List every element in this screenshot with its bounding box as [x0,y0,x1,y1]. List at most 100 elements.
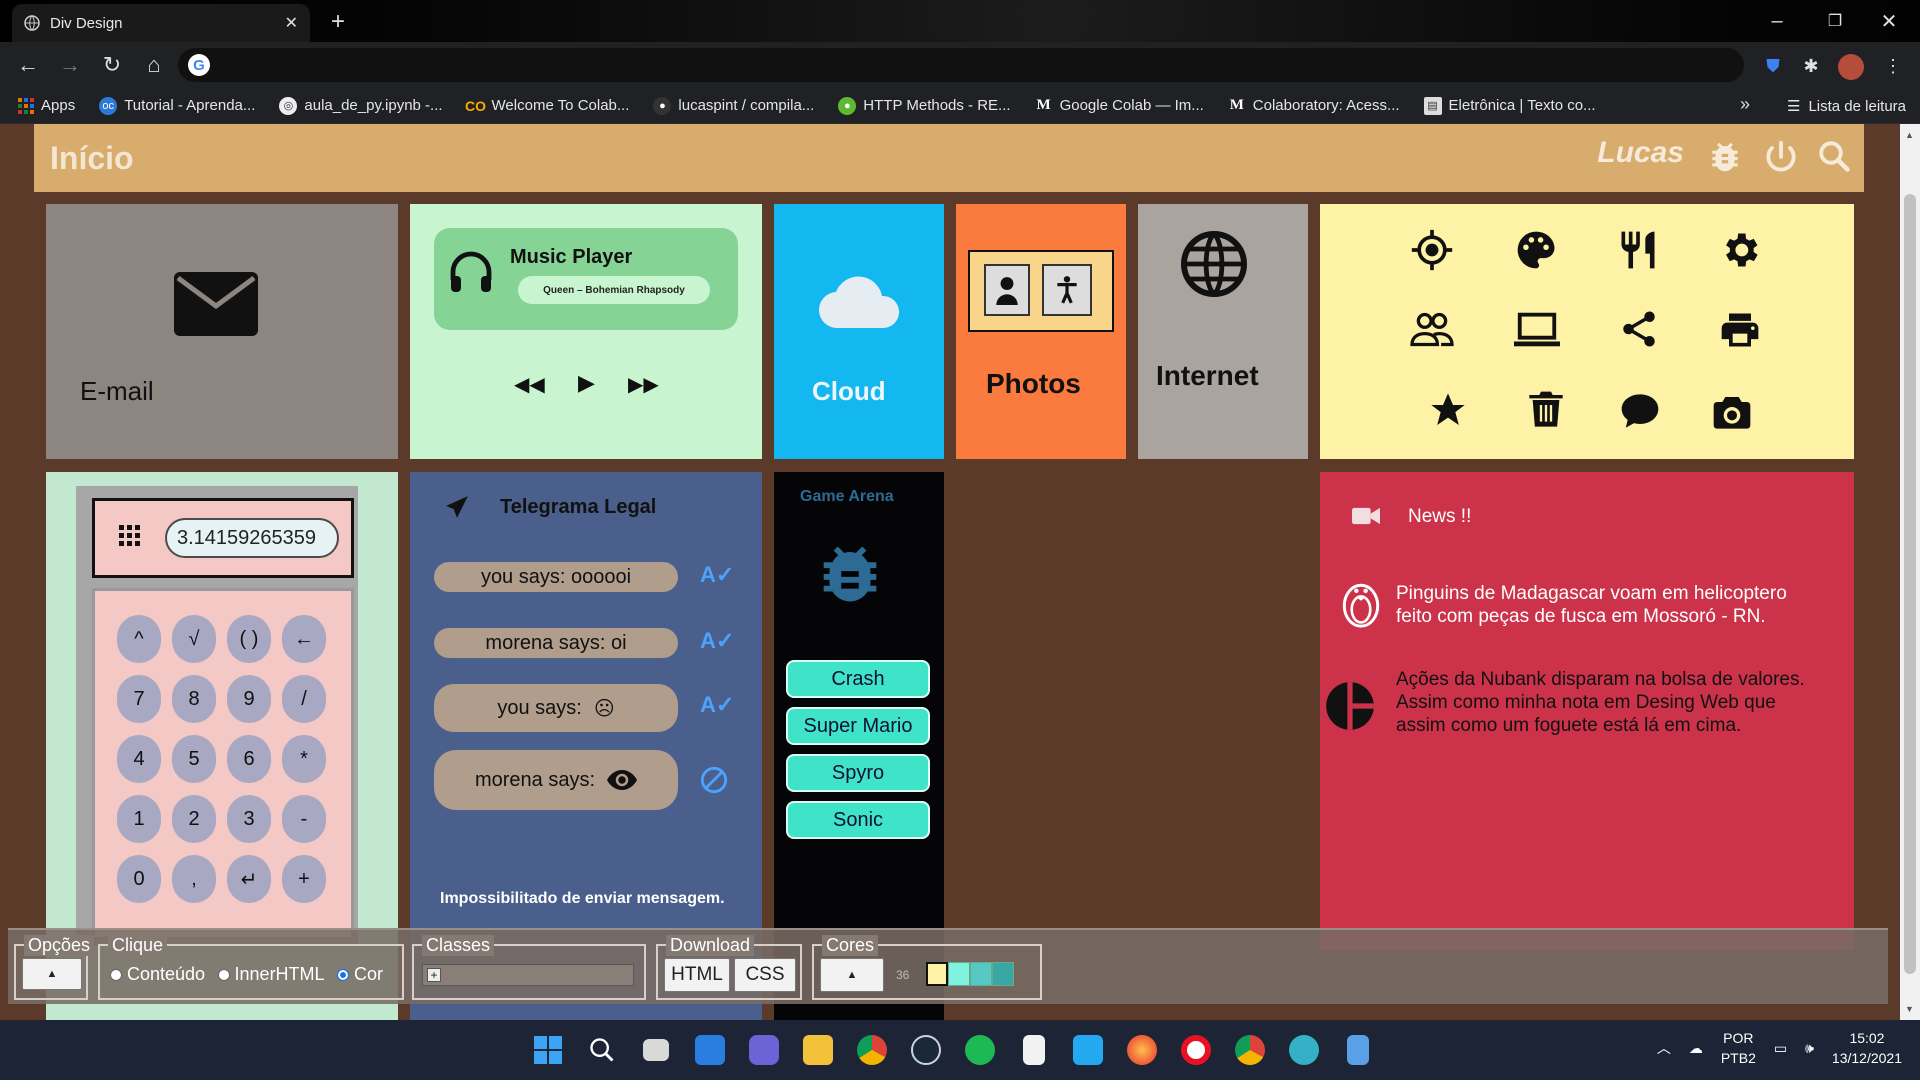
spellcheck-icon[interactable]: A✓ [700,562,734,588]
calculator-key[interactable]: ( ) [227,615,271,663]
calculator-key[interactable]: 0 [117,855,161,903]
menu-icon[interactable]: ⋮ [1880,54,1906,78]
bookmark-http[interactable]: ● HTTP Methods - RE... [838,96,1011,115]
color-swatch[interactable] [948,962,970,986]
input-language[interactable]: POR PTB2 [1721,1028,1756,1068]
gear-icon[interactable] [1718,228,1762,272]
file-explorer-icon[interactable] [798,1030,838,1070]
block-icon[interactable] [700,766,728,794]
color-swatch[interactable] [992,962,1014,986]
back-button[interactable]: ← [10,47,46,83]
calculator-key[interactable]: ^ [117,615,161,663]
calculator-key[interactable]: ← [282,615,326,663]
forward-button[interactable]: → [52,47,88,83]
bug-icon[interactable] [1706,138,1744,176]
calculator-key[interactable]: √ [172,615,216,663]
opera-icon[interactable] [1176,1030,1216,1070]
clock[interactable]: 15:02 13/12/2021 [1832,1028,1902,1068]
calculator-key[interactable]: 2 [172,795,216,843]
gps-icon[interactable] [1410,228,1454,272]
game-button-spyro[interactable]: Spyro [786,754,930,792]
puzzle-extensions-icon[interactable]: ✱ [1798,54,1824,78]
spellcheck-icon[interactable]: A✓ [700,692,734,718]
profile-avatar[interactable] [1838,54,1864,80]
calculator-key[interactable]: - [282,795,326,843]
add-class-icon[interactable]: + [427,968,441,982]
chevron-up-icon[interactable]: ︿ [1657,1038,1671,1058]
close-tab-icon[interactable]: ✕ [285,13,298,33]
rewind-icon[interactable]: ◀◀ [514,372,545,397]
teams-chat-icon[interactable] [744,1030,784,1070]
vscode-icon[interactable] [1068,1030,1108,1070]
bookmark-apps[interactable]: Apps [18,97,75,114]
bookmark-google-colab[interactable]: M Google Colab — Im... [1035,97,1203,115]
game-button-sonic[interactable]: Sonic [786,801,930,839]
download-html-button[interactable]: HTML [664,958,730,992]
home-button[interactable]: ⌂ [136,47,172,83]
bookmark-colab[interactable]: CO Welcome To Colab... [465,97,629,115]
restaurant-icon[interactable] [1616,228,1660,272]
calculator-input[interactable]: 3.14159265359 [165,518,339,558]
keypad-icon[interactable] [119,525,141,547]
notepad-icon[interactable] [1014,1030,1054,1070]
address-bar[interactable]: G [178,48,1744,82]
classes-input[interactable]: + [422,964,634,986]
calculator-key[interactable]: 3 [227,795,271,843]
home-link[interactable]: Início [50,140,134,177]
search-icon[interactable] [1816,138,1854,176]
network-icon[interactable]: ☁ [1689,1040,1703,1057]
task-view-icon[interactable] [636,1030,676,1070]
fast-forward-icon[interactable]: ▶▶ [628,372,659,397]
opcoes-toggle-button[interactable]: ▲ [22,958,82,990]
calculator-key[interactable]: 1 [117,795,161,843]
calculator-key[interactable]: 4 [117,735,161,783]
chat-icon[interactable] [1620,392,1660,430]
page-scrollbar[interactable]: ▲ ▼ [1900,124,1920,1020]
bookmark-eletronica[interactable]: ▤ Eletrônica | Texto co... [1423,96,1596,115]
palette-icon[interactable] [1514,228,1558,272]
star-icon[interactable] [1428,390,1468,430]
calculator-key[interactable]: / [282,675,326,723]
email-card[interactable]: E-mail [46,204,398,459]
power-icon[interactable] [1762,138,1800,176]
calculator-key[interactable]: 8 [172,675,216,723]
calculator-key[interactable]: 5 [172,735,216,783]
radio-cor[interactable]: Cor [337,964,383,985]
photos-card[interactable]: Photos [956,204,1126,459]
reading-list-button[interactable]: ☰ Lista de leitura [1787,97,1906,116]
cloud-card[interactable]: Cloud [774,204,944,459]
download-css-button[interactable]: CSS [734,958,796,992]
color-swatch[interactable] [926,962,948,986]
restore-button[interactable]: ❐ [1818,6,1852,36]
internet-card[interactable]: Internet [1138,204,1308,459]
game-button-crash[interactable]: Crash [786,660,930,698]
chrome-icon[interactable] [852,1030,892,1070]
printer-icon[interactable] [1718,308,1762,352]
people-icon[interactable] [1410,310,1454,350]
laptop-icon[interactable] [1514,310,1560,350]
shield-extension-icon[interactable]: ⛊ [1760,54,1786,78]
bookmark-github[interactable]: ● lucaspint / compila... [653,96,814,115]
calculator-key[interactable]: 6 [227,735,271,783]
reload-button[interactable]: ↻ [94,47,130,83]
chrome-profile-icon[interactable] [1230,1030,1270,1070]
color-swatch[interactable] [970,962,992,986]
camera-icon[interactable] [1712,394,1752,430]
radio-innerhtml[interactable]: InnerHTML [217,964,325,985]
bookmark-aula[interactable]: ◎ aula_de_py.ipynb -... [279,96,443,115]
new-tab-button[interactable]: + [324,8,352,36]
spotify-icon[interactable] [960,1030,1000,1070]
spellcheck-icon[interactable]: A✓ [700,628,734,654]
search-icon[interactable] [582,1030,622,1070]
minimize-button[interactable]: – [1760,6,1794,36]
calculator-key[interactable]: 9 [227,675,271,723]
more-bookmarks-button[interactable]: » [1740,94,1750,115]
display-icon[interactable]: ▭ [1774,1040,1787,1057]
calculator-key[interactable]: + [282,855,326,903]
firefox-icon[interactable] [1122,1030,1162,1070]
calculator-key[interactable]: * [282,735,326,783]
radio-conteudo[interactable]: Conteúdo [110,964,205,985]
volume-icon[interactable]: 🕪 [1805,1040,1814,1057]
close-window-button[interactable]: ✕ [1872,6,1906,36]
start-button[interactable] [528,1030,568,1070]
